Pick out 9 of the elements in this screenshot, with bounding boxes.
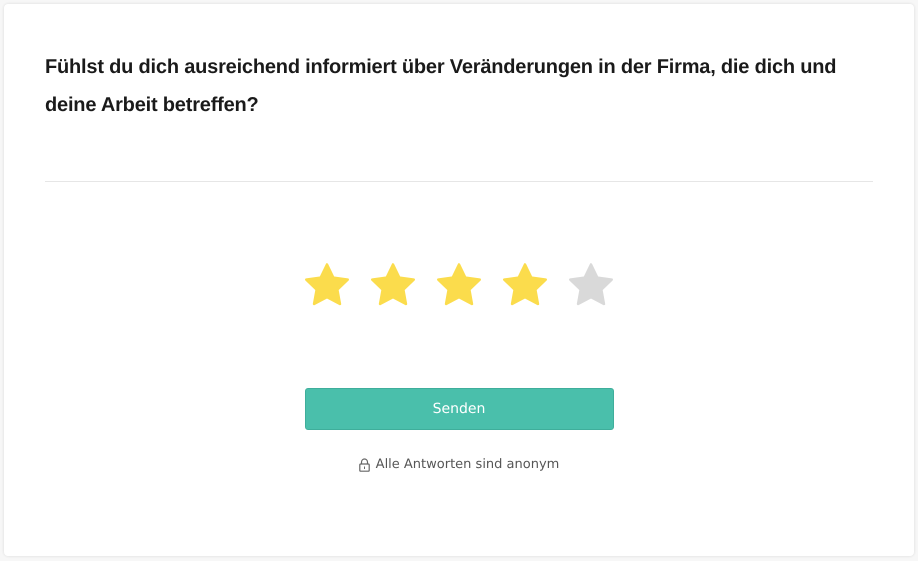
question-text: Fühlst du dich ausreichend informiert über Veränderungen in der Firma, die dich und deine Arbeit betreffen? (45, 55, 838, 118)
star-icon[interactable] (567, 262, 615, 308)
lock-icon (358, 458, 370, 472)
star-icon[interactable] (303, 262, 351, 308)
anonymity-note: Alle Antworten sind anonym (376, 456, 560, 474)
star-icon[interactable] (435, 262, 483, 308)
send-button[interactable]: Senden (304, 388, 614, 430)
star-icon[interactable] (501, 262, 549, 308)
star-icon[interactable] (369, 262, 417, 308)
